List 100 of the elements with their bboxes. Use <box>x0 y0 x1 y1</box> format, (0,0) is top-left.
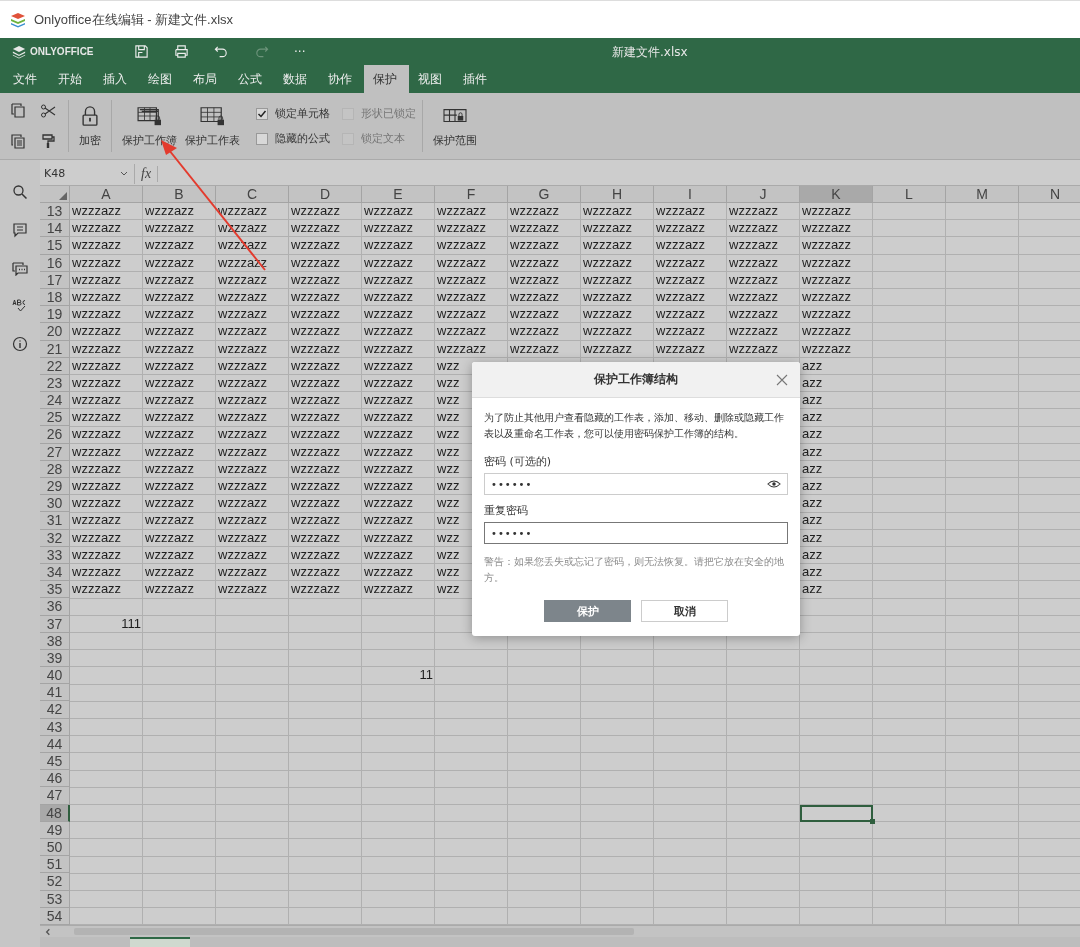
cell-text: azz <box>802 563 823 579</box>
column-header[interactable]: L <box>873 186 946 203</box>
paint-roller-icon[interactable] <box>40 133 56 149</box>
row-header[interactable]: 47 <box>40 787 70 805</box>
save-icon[interactable] <box>134 44 149 59</box>
cell-text: wzzzazz <box>437 203 487 218</box>
chat-icon[interactable] <box>12 260 28 276</box>
cell-text: wzzzazz <box>72 581 122 597</box>
copy-icon[interactable] <box>10 103 26 119</box>
sheet-tab[interactable] <box>130 937 190 947</box>
active-cell-outline[interactable] <box>800 804 873 822</box>
column-header[interactable]: E <box>362 186 435 203</box>
row-header[interactable]: 15 <box>40 237 70 255</box>
column-header[interactable]: A <box>70 186 143 203</box>
row-header[interactable]: 24 <box>40 392 70 410</box>
column-header[interactable]: M <box>946 186 1019 203</box>
eye-icon[interactable] <box>767 479 781 489</box>
cell-text: wzzzazz <box>729 271 779 287</box>
cell-text: wzzzazz <box>364 374 414 390</box>
ribbon-tab[interactable]: 布局 <box>184 65 229 93</box>
undo-icon[interactable] <box>214 44 229 59</box>
row-header[interactable]: 14 <box>40 220 70 238</box>
cell-text: wzzzazz <box>437 237 487 253</box>
row-header[interactable]: 31 <box>40 512 70 530</box>
row-header[interactable]: 45 <box>40 753 70 771</box>
cell-text: wzzzazz <box>364 460 414 476</box>
scroll-left-icon[interactable] <box>44 927 52 936</box>
row-header[interactable]: 20 <box>40 323 70 341</box>
cell-text: azz <box>802 581 823 597</box>
ribbon-tab[interactable]: 绘图 <box>139 65 184 93</box>
more-button[interactable]: ··· <box>294 44 306 59</box>
close-icon[interactable] <box>776 373 788 386</box>
search-icon[interactable] <box>12 184 28 200</box>
row-header[interactable]: 30 <box>40 495 70 513</box>
checkbox[interactable] <box>256 107 268 120</box>
cell-text: wzzzazz <box>583 323 633 339</box>
toolbar-button[interactable]: 加密 <box>75 102 105 150</box>
info-icon[interactable] <box>12 336 28 352</box>
ribbon-tab[interactable]: 视图 <box>409 65 454 93</box>
paste-icon[interactable] <box>10 133 26 149</box>
row-header[interactable]: 51 <box>40 856 70 874</box>
row-header[interactable]: 29 <box>40 478 70 496</box>
column-header[interactable]: K <box>800 186 873 203</box>
cell-text: wzzzazz <box>145 340 195 356</box>
checkbox[interactable] <box>256 132 268 145</box>
spellcheck-icon[interactable] <box>12 298 28 314</box>
row-header[interactable]: 40 <box>40 667 70 685</box>
row-header[interactable]: 35 <box>40 581 70 599</box>
ribbon-tab[interactable]: 协作 <box>319 65 364 93</box>
cell-text: wzzzazz <box>510 237 560 253</box>
cell-text: wzzzazz <box>510 288 560 304</box>
column-header[interactable]: N <box>1019 186 1080 203</box>
cell-text: wzzzazz <box>729 288 779 304</box>
row-header[interactable]: 46 <box>40 770 70 788</box>
ribbon-tab[interactable]: 插件 <box>454 65 499 93</box>
column-header[interactable]: H <box>581 186 654 203</box>
column-header[interactable]: C <box>216 186 289 203</box>
scissors-icon[interactable] <box>40 103 56 119</box>
column-header[interactable]: J <box>727 186 800 203</box>
ribbon-tab[interactable]: 公式 <box>229 65 274 93</box>
cell-text: wzzzazz <box>364 529 414 545</box>
ribbon-tab[interactable]: 插入 <box>94 65 139 93</box>
row-header[interactable]: 41 <box>40 684 70 702</box>
column-header[interactable]: I <box>654 186 727 203</box>
password-field[interactable]: •••••• <box>484 522 788 544</box>
cell-text: wzz <box>437 478 460 493</box>
dialog-button[interactable]: 保护 <box>544 600 631 622</box>
row-header[interactable]: 42 <box>40 701 70 719</box>
cell-text: azz <box>802 529 823 545</box>
cell-text: wzzzazz <box>364 271 414 287</box>
row-header[interactable]: 19 <box>40 306 70 324</box>
row-header[interactable]: 36 <box>40 598 70 616</box>
print-icon[interactable] <box>174 44 189 59</box>
comment-icon[interactable] <box>12 222 28 238</box>
column-header[interactable]: G <box>508 186 581 203</box>
ribbon-tab[interactable]: 文件 <box>4 65 49 93</box>
toolbar-button[interactable]: 保护工作簿 <box>118 102 181 150</box>
password-field[interactable]: •••••• <box>484 473 788 495</box>
column-header[interactable]: B <box>143 186 216 203</box>
checkbox-option[interactable]: 锁定单元格 <box>256 106 330 121</box>
column-header[interactable]: F <box>435 186 508 203</box>
cell-text: wzzzazz <box>145 306 195 322</box>
function-button[interactable]: fx <box>135 165 159 182</box>
toolbar-button[interactable]: 保护范围 <box>429 102 481 150</box>
cell-text: wzzzazz <box>729 237 779 253</box>
ribbon-tab[interactable]: 保护 <box>364 65 409 93</box>
row-header[interactable]: 13 <box>40 203 70 221</box>
cell-text: wzzzazz <box>583 288 633 304</box>
ribbon-tab[interactable]: 数据 <box>274 65 319 93</box>
row-header[interactable]: 26 <box>40 426 70 444</box>
row-header[interactable]: 25 <box>40 409 70 427</box>
toolbar-button[interactable]: 保护工作表 <box>181 102 244 150</box>
select-all-corner[interactable] <box>40 186 70 203</box>
row-header[interactable]: 52 <box>40 873 70 891</box>
cell-text: wzzzazz <box>291 443 341 459</box>
column-header[interactable]: D <box>289 186 362 203</box>
ribbon-tab[interactable]: 开始 <box>49 65 94 93</box>
dialog-button[interactable]: 取消 <box>641 600 728 622</box>
name-box[interactable]: K48 <box>40 163 135 184</box>
checkbox-option[interactable]: 隐藏的公式 <box>256 131 330 146</box>
